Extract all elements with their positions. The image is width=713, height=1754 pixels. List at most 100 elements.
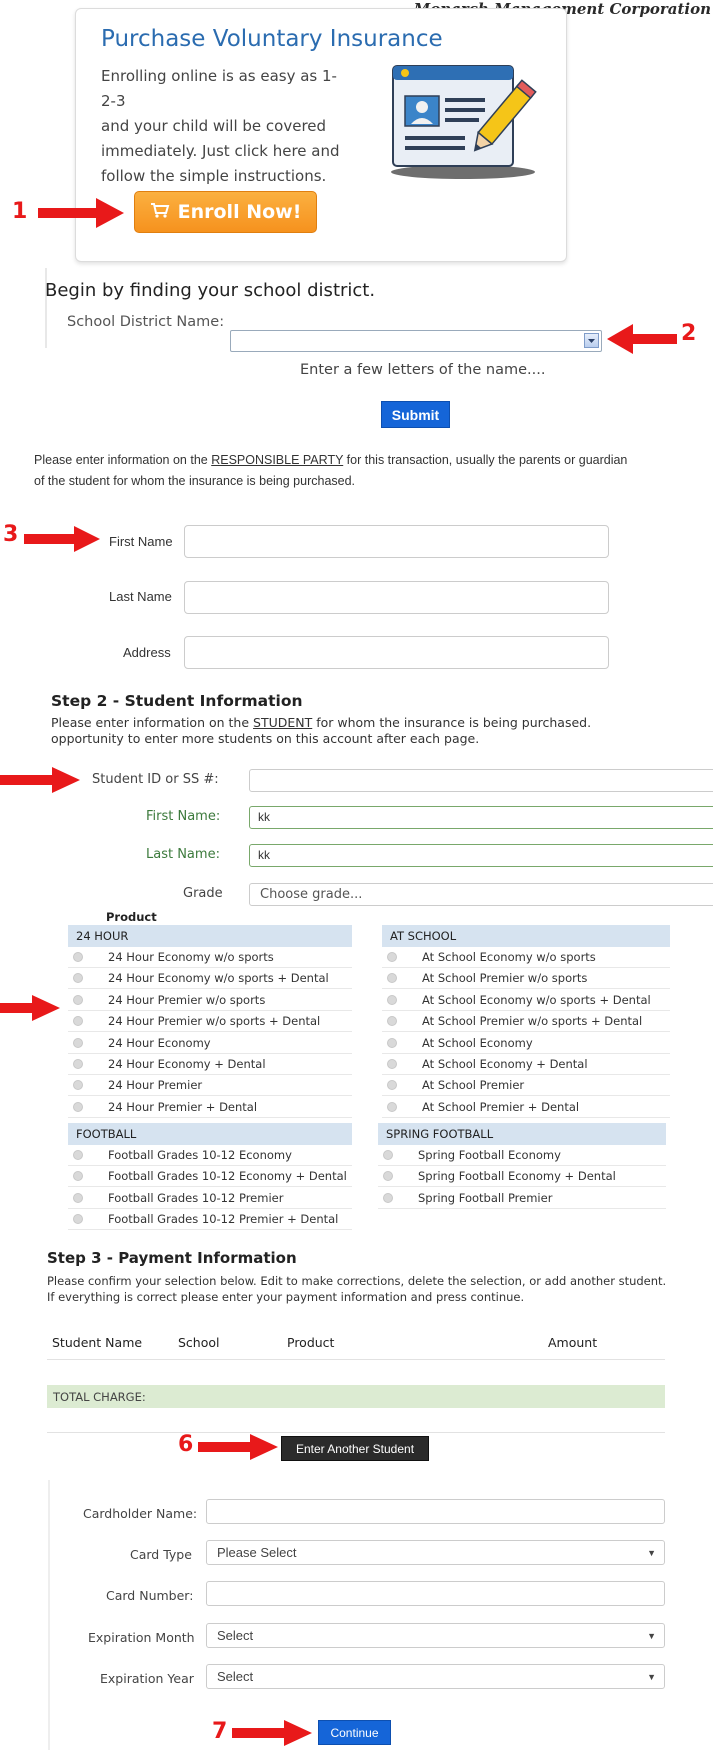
radio-button-icon[interactable] [383, 1171, 393, 1182]
product-option-label: At School Economy w/o sports + Dental [422, 992, 651, 1007]
product-option[interactable]: Spring Football Economy [378, 1145, 666, 1166]
radio-button-icon[interactable] [73, 1080, 83, 1091]
radio-button-icon[interactable] [387, 994, 397, 1005]
product-option[interactable]: At School Economy w/o sports [382, 947, 670, 968]
responsible-first-name-input[interactable] [184, 525, 609, 558]
product-option[interactable]: 24 Hour Economy w/o sports [68, 947, 352, 968]
product-option[interactable]: At School Premier + Dental [382, 1097, 670, 1118]
exp-year-select[interactable]: Select ▼ [206, 1664, 665, 1689]
radio-button-icon[interactable] [383, 1192, 393, 1203]
payment-step-title: Step 3 - Payment Information [47, 1249, 297, 1267]
product-option[interactable]: 24 Hour Premier w/o sports + Dental [68, 1011, 352, 1033]
radio-button-icon[interactable] [73, 1059, 83, 1069]
student-id-input[interactable] [249, 769, 713, 792]
continue-button[interactable]: Continue [318, 1720, 391, 1745]
radio-button-icon[interactable] [387, 1037, 397, 1048]
caret-down-icon: ▼ [647, 1671, 656, 1682]
district-label: School District Name: [67, 314, 225, 330]
product-option[interactable]: At School Economy w/o sports + Dental [382, 990, 670, 1011]
product-option-label: At School Economy [422, 1035, 533, 1050]
radio-button-icon[interactable] [73, 1192, 83, 1203]
product-option[interactable]: At School Premier w/o sports + Dental [382, 1011, 670, 1033]
radio-button-icon[interactable] [73, 952, 83, 962]
promo-line: Enrolling online is as easy as 1-2-3 [101, 67, 337, 110]
product-group-header: 24 HOUR [68, 925, 352, 947]
radio-button-icon[interactable] [387, 1059, 397, 1069]
radio-button-icon[interactable] [73, 1037, 83, 1048]
cardholder-input[interactable] [206, 1499, 665, 1524]
card-type-select[interactable]: Please Select ▼ [206, 1540, 665, 1565]
form-illustration-icon [385, 62, 540, 182]
radio-button-icon[interactable] [387, 1016, 397, 1027]
product-option-label: Football Grades 10-12 Premier [108, 1190, 284, 1205]
product-option-label: 24 Hour Economy w/o sports + Dental [108, 971, 329, 986]
product-header: Product [106, 910, 157, 924]
product-option-label: Football Grades 10-12 Economy [108, 1148, 292, 1162]
product-option[interactable]: Football Grades 10-12 Economy [68, 1145, 352, 1166]
radio-button-icon[interactable] [73, 1101, 83, 1112]
radio-button-icon[interactable] [73, 1214, 83, 1225]
radio-button-icon[interactable] [73, 994, 83, 1005]
radio-button-icon[interactable] [383, 1150, 393, 1160]
product-option-label: 24 Hour Premier [108, 1078, 203, 1093]
responsible-address-input[interactable] [184, 636, 609, 669]
card-number-input[interactable] [206, 1581, 665, 1606]
product-option[interactable]: 24 Hour Premier + Dental [68, 1097, 352, 1118]
exp-month-select[interactable]: Select ▼ [206, 1623, 665, 1648]
product-option-label: Spring Football Premier [418, 1190, 553, 1205]
card-type-label: Card Type [130, 1547, 192, 1562]
enroll-now-label: Enroll Now! [177, 201, 302, 223]
product-option[interactable]: Football Grades 10-12 Premier [68, 1188, 352, 1209]
radio-button-icon[interactable] [73, 973, 83, 984]
grade-select[interactable]: Choose grade... [249, 883, 713, 906]
student-last-name-label: Last Name: [146, 847, 220, 862]
col-school: School [178, 1335, 220, 1350]
product-option[interactable]: 24 Hour Economy + Dental [68, 1054, 352, 1075]
submit-button[interactable]: Submit [381, 401, 450, 428]
radio-button-icon[interactable] [387, 952, 397, 962]
product-option[interactable]: 24 Hour Premier w/o sports [68, 990, 352, 1011]
product-option-label: Spring Football Economy [418, 1148, 561, 1162]
product-option[interactable]: 24 Hour Economy [68, 1033, 352, 1054]
product-option[interactable]: At School Economy [382, 1033, 670, 1054]
promo-line: follow the simple instructions. [101, 167, 327, 185]
annotation-arrow-icon [24, 526, 104, 557]
product-option-label: At School Premier [422, 1078, 525, 1093]
district-select[interactable] [230, 330, 602, 352]
responsible-party-link: RESPONSIBLE PARTY [211, 453, 344, 467]
product-option[interactable]: 24 Hour Premier [68, 1075, 352, 1097]
product-option-label: 24 Hour Premier w/o sports + Dental [108, 1014, 321, 1029]
radio-button-icon[interactable] [387, 973, 397, 984]
radio-button-icon[interactable] [387, 1101, 397, 1112]
product-option-label: Football Grades 10-12 Premier + Dental [108, 1212, 339, 1227]
dropdown-arrow-icon[interactable] [584, 333, 599, 348]
radio-button-icon[interactable] [73, 1171, 83, 1182]
annotation-number: 1 [12, 199, 28, 224]
cardholder-label: Cardholder Name: [83, 1506, 198, 1521]
product-option[interactable]: Spring Football Economy + Dental [378, 1166, 666, 1188]
annotation-number: 2 [681, 321, 697, 346]
product-option-label: Football Grades 10-12 Economy + Dental [108, 1169, 347, 1184]
product-option[interactable]: At School Economy + Dental [382, 1054, 670, 1075]
student-first-name-input[interactable]: kk [249, 806, 713, 829]
product-option[interactable]: Football Grades 10-12 Economy + Dental [68, 1166, 352, 1188]
product-group-header: SPRING FOOTBALL [378, 1123, 666, 1145]
radio-button-icon[interactable] [387, 1080, 397, 1091]
responsible-last-name-input[interactable] [184, 581, 609, 614]
product-option[interactable]: Spring Football Premier [378, 1188, 666, 1209]
product-option[interactable]: At School Premier w/o sports [382, 968, 670, 990]
caret-down-icon: ▼ [647, 1630, 656, 1641]
product-option[interactable]: 24 Hour Economy w/o sports + Dental [68, 968, 352, 990]
product-option[interactable]: Football Grades 10-12 Premier + Dental [68, 1209, 352, 1231]
product-option-label: At School Economy + Dental [422, 1057, 588, 1071]
product-option-label: 24 Hour Premier w/o sports [108, 992, 266, 1007]
promo-text: Enrolling online is as easy as 1-2-3 and… [101, 64, 341, 189]
enroll-now-button[interactable]: Enroll Now! [134, 191, 317, 233]
student-last-name-input[interactable]: kk [249, 844, 713, 867]
radio-button-icon[interactable] [73, 1150, 83, 1160]
product-option-label: 24 Hour Economy + Dental [108, 1057, 266, 1071]
product-option[interactable]: At School Premier [382, 1075, 670, 1097]
col-student-name: Student Name [52, 1335, 143, 1350]
radio-button-icon[interactable] [73, 1016, 83, 1027]
enter-another-student-button[interactable]: Enter Another Student [281, 1436, 429, 1461]
